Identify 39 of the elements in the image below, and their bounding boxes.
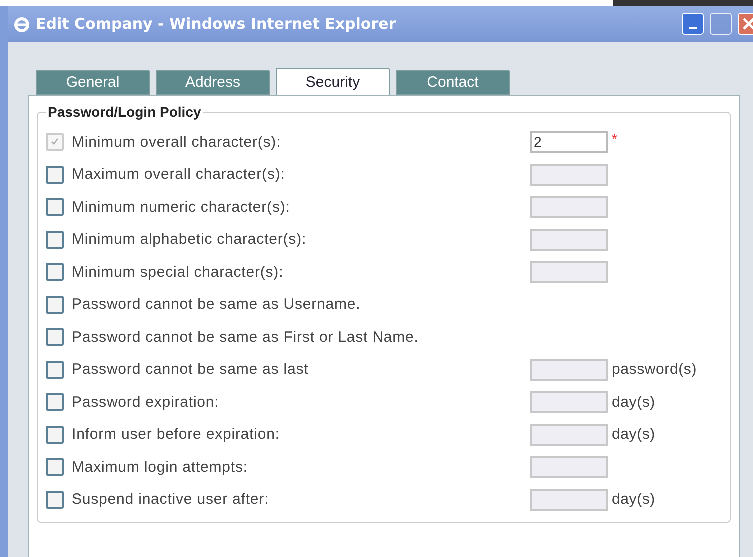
checkbox[interactable] bbox=[46, 166, 64, 184]
checkbox[interactable] bbox=[46, 490, 64, 509]
unit-label: day(s) bbox=[612, 394, 656, 411]
group-title: Password/Login Policy bbox=[47, 104, 202, 120]
minimize-button[interactable] bbox=[682, 13, 704, 35]
checkbox[interactable] bbox=[46, 360, 64, 379]
tab[interactable]: Address bbox=[156, 70, 270, 95]
checkbox[interactable] bbox=[46, 263, 64, 282]
check-icon bbox=[50, 137, 60, 148]
maximize-button[interactable] bbox=[710, 13, 732, 35]
rule-label: Minimum overall character(s): bbox=[72, 134, 282, 151]
checkbox[interactable] bbox=[46, 230, 64, 249]
checkbox[interactable] bbox=[46, 328, 64, 346]
rule-label: Inform user before expiration: bbox=[72, 426, 280, 444]
rule-label: Maximum login attempts: bbox=[72, 458, 248, 476]
unit-label: password(s) bbox=[612, 361, 697, 378]
rule-label: Minimum numeric character(s): bbox=[72, 198, 290, 216]
checkbox[interactable] bbox=[46, 458, 64, 476]
checkbox[interactable] bbox=[46, 426, 64, 444]
minimize-icon bbox=[689, 27, 697, 29]
window-title: Edit Company - Windows Internet Explorer bbox=[36, 15, 396, 33]
unit-label: day(s) bbox=[612, 491, 656, 508]
rule-label: Password expiration: bbox=[72, 394, 220, 411]
required-mark: * bbox=[612, 131, 618, 148]
checkbox[interactable] bbox=[46, 198, 64, 216]
rule-label: Maximum overall character(s): bbox=[72, 166, 286, 184]
tab[interactable]: Contact bbox=[396, 70, 510, 95]
rule-label: Password cannot be same as Username. bbox=[72, 296, 361, 314]
rule-label: Password cannot be same as last bbox=[72, 361, 309, 378]
tab[interactable]: General bbox=[36, 70, 150, 95]
tab[interactable]: Security bbox=[276, 68, 390, 95]
checkbox[interactable] bbox=[46, 393, 64, 412]
rule-label: Minimum alphabetic character(s): bbox=[72, 231, 307, 248]
close-icon bbox=[742, 17, 753, 31]
rule-label: Minimum special character(s): bbox=[72, 264, 284, 281]
rule-label: Password cannot be same as First or Last Name. bbox=[72, 328, 419, 346]
rule-label: Suspend inactive user after: bbox=[72, 491, 270, 508]
unit-label: day(s) bbox=[612, 426, 656, 444]
checkbox[interactable] bbox=[46, 296, 64, 314]
